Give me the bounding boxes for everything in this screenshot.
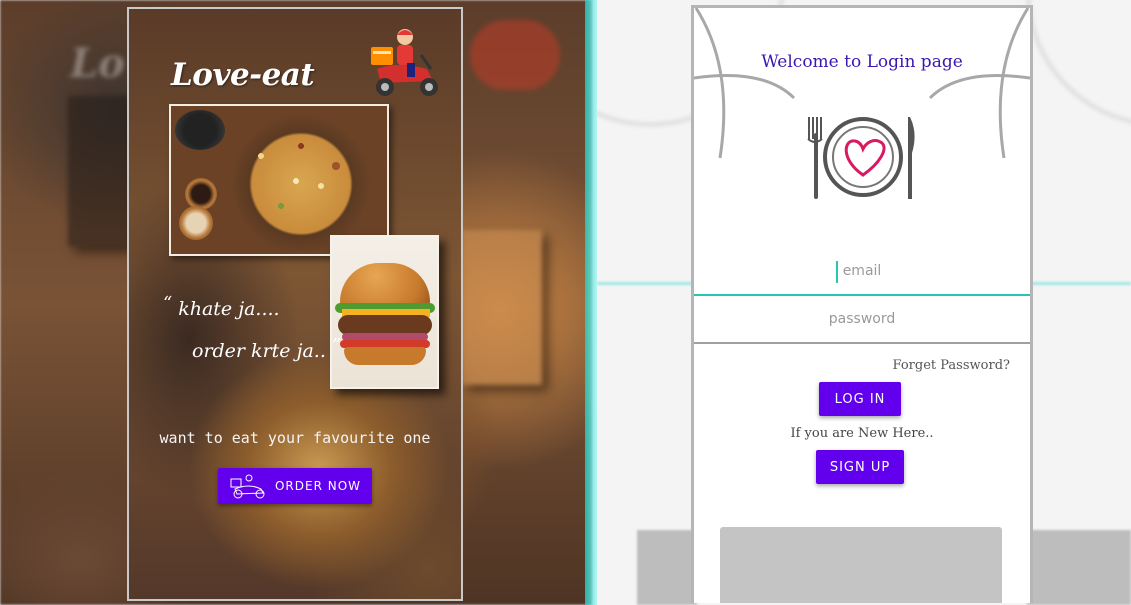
patty: [338, 315, 432, 335]
ghost-logo: Lo: [70, 40, 125, 87]
text-cursor: [836, 261, 838, 283]
email-field-container: [694, 248, 1030, 296]
spice-bowl: [185, 178, 217, 210]
signup-button[interactable]: SIGN UP: [816, 450, 904, 484]
order-now-button[interactable]: ORDER NOW: [218, 468, 372, 504]
ghost-arc: [1027, 0, 1131, 126]
brand-logo: Love-eat: [171, 57, 315, 93]
password-field-container: [694, 296, 1030, 344]
plate-heart-logo-icon: [807, 117, 915, 199]
page-title: Welcome to Login page: [761, 52, 963, 72]
ghost-card: [462, 230, 542, 385]
open-quote: “: [163, 293, 173, 314]
bun-bottom: [344, 347, 426, 365]
ghost-card: [68, 96, 128, 246]
pan-shape: [175, 110, 225, 150]
ghost-block: [637, 530, 697, 605]
tagline: want to eat your favourite one: [159, 429, 431, 447]
login-button[interactable]: LOG IN: [819, 382, 901, 416]
quote-text-2: order krte ja..: [192, 340, 326, 362]
password-input[interactable]: [694, 296, 1030, 342]
delivery-scooter-icon: [371, 29, 438, 96]
raita-bowl: [179, 206, 213, 240]
order-scooter-icon: [230, 474, 265, 499]
email-input[interactable]: [694, 248, 1030, 294]
quote-line-2: order krte ja..”: [192, 335, 347, 362]
order-now-label: ORDER NOW: [274, 479, 362, 493]
ghost-scooter: [470, 20, 560, 90]
quote-text-1: khate ja....: [178, 298, 280, 320]
quote-line-1: “khate ja....: [157, 293, 280, 320]
ghost-block: [1027, 530, 1131, 605]
burger-photo: [330, 235, 439, 389]
rice-texture: [241, 126, 361, 242]
divider-strip: [585, 0, 597, 605]
close-quote: ”: [331, 335, 342, 356]
login-screen: Welcome to Login page Forget Password? L…: [691, 5, 1033, 603]
new-here-text: If you are New Here..: [790, 426, 934, 441]
forget-password-link[interactable]: Forget Password?: [893, 358, 1010, 373]
splash-screen: Love-eat “khate ja.... order krte ja..” …: [127, 7, 463, 601]
biryani-photo: [169, 104, 389, 256]
bottom-panel: [720, 527, 1002, 603]
bun-top: [340, 263, 430, 307]
